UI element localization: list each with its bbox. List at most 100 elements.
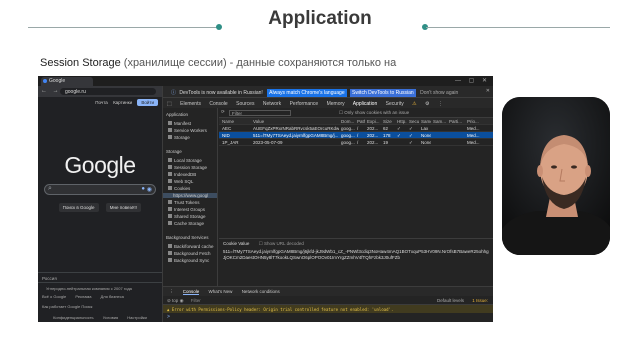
sidebar-item-local-storage[interactable]: Local Storage xyxy=(168,158,202,163)
google-favicon-icon xyxy=(43,79,47,83)
cookie-filter-input[interactable]: Filter xyxy=(229,110,291,116)
window-controls[interactable]: — ▢ ✕ xyxy=(455,77,490,84)
col-header[interactable]: Sam... xyxy=(433,119,447,124)
sidebar-item-cache-storage[interactable]: Cache Storage xyxy=(168,221,204,226)
sync-icon xyxy=(168,251,172,255)
database-icon xyxy=(168,200,172,204)
sidebar-item-interest-groups[interactable]: Interest Groups xyxy=(168,207,205,212)
col-header[interactable]: Same... xyxy=(421,119,431,124)
sidebar-item-bfcache[interactable]: Back/forward cache xyxy=(168,244,214,249)
col-header[interactable]: Secu... xyxy=(409,119,419,124)
sidebar-item-cookie-origin[interactable]: https://www.googl xyxy=(163,193,217,198)
col-header[interactable]: Parti... xyxy=(449,119,465,124)
dont-show-button[interactable]: Don't show again xyxy=(420,90,458,96)
col-header[interactable]: Http... xyxy=(397,119,407,124)
switch-russian-button[interactable]: Switch DevTools to Russian xyxy=(350,89,416,97)
footer-link-settings[interactable]: Настройки xyxy=(127,315,147,320)
drawer-menu-icon[interactable]: ⋮ xyxy=(169,289,174,294)
sidebar-item-indexeddb[interactable]: IndexedDB xyxy=(168,172,196,177)
lucky-button[interactable]: Мне повезёт! xyxy=(105,203,142,212)
sidebar-item-manifest[interactable]: Manifest xyxy=(168,121,191,126)
close-icon[interactable]: ✕ xyxy=(486,88,490,94)
mic-icon[interactable]: ● xyxy=(141,186,145,192)
sidebar-item-web-sql[interactable]: Web SQL xyxy=(168,179,193,184)
table-row[interactable]: 1P_JAR 2023-05-07-09 goog.../ 202... 19 ✓ None… xyxy=(219,139,493,146)
tab-network[interactable]: Network xyxy=(263,101,281,107)
subtitle-rest: (хранилище сессии) - данные сохраняются … xyxy=(120,57,397,69)
database-icon xyxy=(168,214,172,218)
browser-tab[interactable]: Google xyxy=(41,77,93,86)
context-select[interactable]: top xyxy=(172,298,178,303)
slide-subtitle: Session Storage (хранилище сессии) - дан… xyxy=(40,57,396,69)
tab-strip: Google — ▢ ✕ xyxy=(38,76,493,86)
footer-links-row1: Всё о Google Реклама Для бизнеса xyxy=(38,294,162,299)
eye-icon[interactable]: ◉ xyxy=(180,298,184,303)
footer-link-about[interactable]: Всё о Google xyxy=(42,294,66,299)
table-cell: 202... xyxy=(367,140,379,145)
camera-icon[interactable]: ◉ xyxy=(147,186,152,193)
warning-icon[interactable]: ⚠ xyxy=(412,101,416,107)
table-row[interactable]: AEC AUEFqZxPRxrNRabRRvcsk5aEOrcuRKdw... go… xyxy=(219,125,493,132)
tab-sources[interactable]: Sources xyxy=(236,101,254,107)
footer-link-business[interactable]: Для бизнеса xyxy=(101,294,124,299)
tab-security[interactable]: Security xyxy=(386,101,404,107)
tab-elements[interactable]: Elements xyxy=(180,101,201,107)
table-cell: 178 xyxy=(383,133,391,138)
signin-button[interactable]: Войти xyxy=(137,99,158,106)
application-sidebar: Application Manifest Service Workers Sto… xyxy=(163,108,218,286)
link-mail[interactable]: Почта xyxy=(95,100,108,105)
table-cell: / xyxy=(357,133,359,138)
footer-link-privacy[interactable]: Конфиденциальность xyxy=(53,315,94,320)
url-decoded-checkbox[interactable]: ☐ Show URL decoded xyxy=(259,241,304,246)
tab-performance[interactable]: Performance xyxy=(290,101,319,107)
footer-link-how-search[interactable]: Как работает Google Поиск xyxy=(38,304,162,309)
sidebar-item-session-storage[interactable]: Session Storage xyxy=(168,165,207,170)
col-header[interactable]: Prio... xyxy=(467,119,491,124)
more-icon[interactable]: ⋮ xyxy=(438,101,443,107)
gear-icon[interactable]: ⚙ xyxy=(425,101,429,107)
col-header[interactable]: Value xyxy=(253,119,339,124)
drawer-tab-whats-new[interactable]: What's New xyxy=(209,289,233,294)
sidebar-item-storage[interactable]: Storage xyxy=(168,135,190,140)
col-header[interactable]: Expi... xyxy=(367,119,381,124)
footer-link-terms[interactable]: Условия xyxy=(103,315,118,320)
tab-memory[interactable]: Memory xyxy=(327,101,345,107)
footer-carbon[interactable]: Углеродно-нейтральная компания с 2007 го… xyxy=(38,282,162,292)
cookie-value-text: 511=lTMy7TSAeyd.jaiyrnlfgpGAM8Bmg/j6jkfd… xyxy=(223,249,489,260)
footer-link-ads[interactable]: Реклама xyxy=(75,294,91,299)
link-images[interactable]: Картинки xyxy=(113,100,132,105)
sync-icon xyxy=(168,258,172,262)
col-header[interactable]: Name xyxy=(222,119,252,124)
col-header[interactable]: Path xyxy=(357,119,365,124)
console-filter-input[interactable]: Filter xyxy=(191,298,261,303)
inspect-icon[interactable]: ⬚ xyxy=(167,101,172,107)
drawer-tab-console[interactable]: Console xyxy=(182,289,200,295)
sidebar-item-cookies[interactable]: Cookies xyxy=(168,186,190,191)
only-issues-checkbox[interactable]: ☐ Only show cookies with an issue xyxy=(339,110,409,116)
console-prompt[interactable]: > xyxy=(167,314,170,320)
tab-title: Google xyxy=(49,78,66,84)
sidebar-item-trust-tokens[interactable]: Trust Tokens xyxy=(168,200,200,205)
refresh-icon[interactable]: ⟳ xyxy=(221,109,225,115)
clear-console-icon[interactable]: ⊘ xyxy=(167,298,171,303)
sidebar-item-background-sync[interactable]: Background Sync xyxy=(168,258,209,263)
sidebar-section-application: Application xyxy=(166,112,189,117)
sidebar-item-service-workers[interactable]: Service Workers xyxy=(168,128,207,133)
google-search-input[interactable]: ⌕ ● ◉ xyxy=(44,184,156,195)
google-search-button[interactable]: Поиск в Google xyxy=(58,203,99,212)
cookie-value-label: Cookie Value xyxy=(223,241,250,246)
drawer-tab-network-conditions[interactable]: Network conditions xyxy=(242,289,280,294)
table-cell: Med... xyxy=(467,126,480,131)
table-row[interactable]: NID 511=lTMy7TSAeyd.jaiyrnlfgpGAM8Bmg/j..… xyxy=(219,132,493,139)
sidebar-item-background-fetch[interactable]: Background Fetch xyxy=(168,251,211,256)
match-language-button[interactable]: Always match Chrome's language xyxy=(267,89,347,97)
subtitle-term: Session Storage xyxy=(40,57,121,69)
col-header[interactable]: Dom... xyxy=(341,119,355,124)
sidebar-item-shared-storage[interactable]: Shared Storage xyxy=(168,214,206,219)
url-field[interactable]: google.ru xyxy=(60,88,156,95)
issues-badge[interactable]: 1 Issue: xyxy=(472,298,488,303)
log-levels-select[interactable]: Default levels xyxy=(437,298,464,303)
database-icon xyxy=(168,179,172,183)
tab-console[interactable]: Console xyxy=(209,101,227,107)
col-header[interactable]: Size xyxy=(383,119,395,124)
